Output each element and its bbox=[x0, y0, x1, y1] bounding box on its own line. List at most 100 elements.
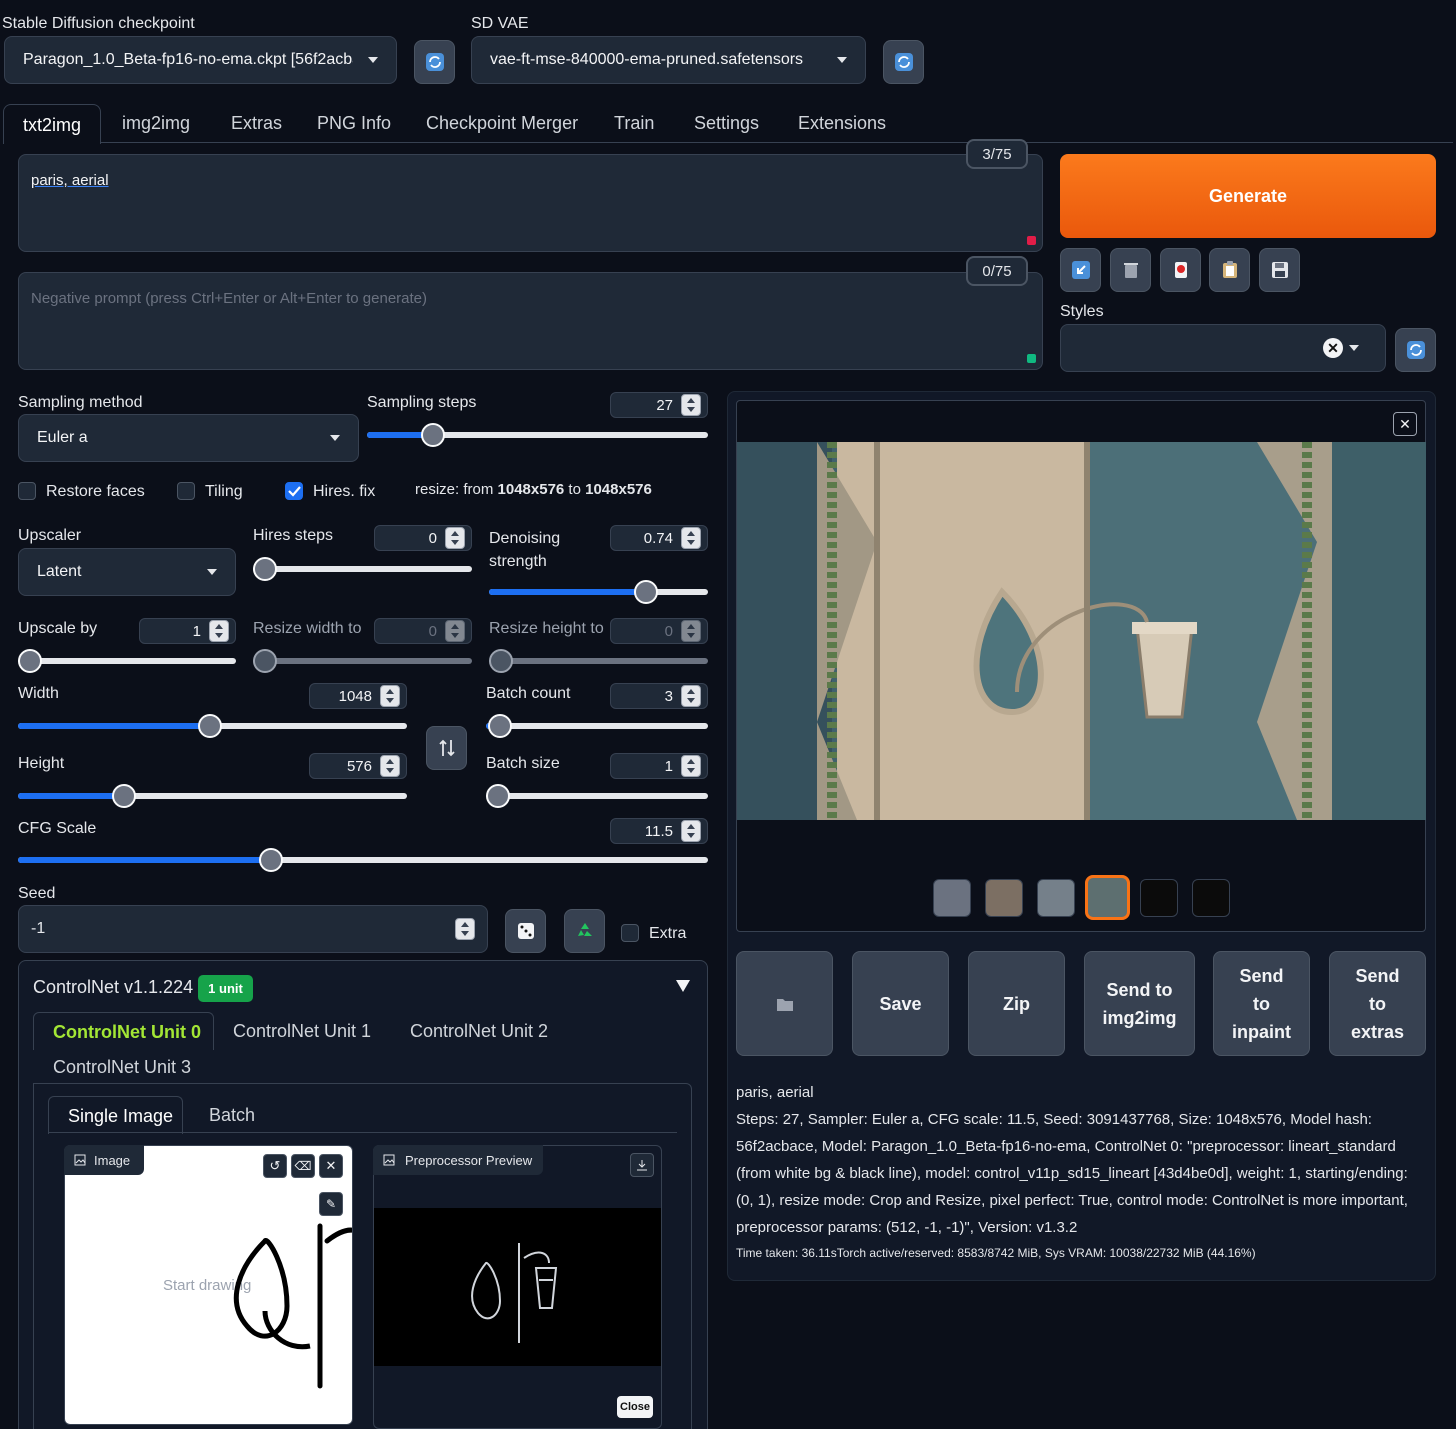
stepper-icon[interactable] bbox=[681, 755, 701, 777]
batch-size-slider[interactable] bbox=[486, 784, 708, 808]
cfg-scale-input[interactable]: 11.5 bbox=[610, 818, 708, 844]
tab-controlnet-unit-0[interactable]: ControlNet Unit 0 bbox=[33, 1012, 214, 1050]
hires-steps-input[interactable]: 0 bbox=[374, 525, 472, 551]
stepper-icon[interactable] bbox=[681, 620, 701, 642]
stepper-icon[interactable] bbox=[380, 685, 400, 707]
gallery-thumbnail-3[interactable] bbox=[1037, 879, 1075, 917]
cfg-scale-slider[interactable] bbox=[18, 848, 708, 872]
upscaler-dropdown[interactable]: Latent bbox=[18, 548, 236, 596]
refresh-checkpoint-button[interactable] bbox=[414, 40, 455, 84]
tab-controlnet-unit-2[interactable]: ControlNet Unit 2 bbox=[410, 1021, 548, 1042]
stepper-icon[interactable] bbox=[455, 918, 475, 940]
denoising-input[interactable]: 0.74 bbox=[610, 525, 708, 551]
slider-thumb[interactable] bbox=[634, 580, 658, 604]
read-params-button[interactable] bbox=[1060, 248, 1101, 292]
send-to-inpaint-button[interactable]: Send to inpaint bbox=[1213, 951, 1310, 1056]
gallery-thumbnail-6[interactable] bbox=[1192, 879, 1230, 917]
extra-seed-checkbox[interactable] bbox=[621, 924, 639, 942]
reuse-seed-button[interactable] bbox=[564, 909, 605, 953]
slider-thumb[interactable] bbox=[253, 557, 277, 581]
checkpoint-dropdown[interactable]: Paragon_1.0_Beta-fp16-no-ema.ckpt [56f2a… bbox=[4, 36, 397, 84]
slider-thumb[interactable] bbox=[486, 784, 510, 808]
tab-txt2img[interactable]: txt2img bbox=[3, 104, 101, 144]
stepper-icon[interactable] bbox=[445, 620, 465, 642]
tiling-checkbox[interactable] bbox=[177, 482, 195, 500]
slider-thumb[interactable] bbox=[18, 649, 42, 673]
send-to-extras-button[interactable]: Send to extras bbox=[1329, 951, 1426, 1056]
brush-icon[interactable]: ✎ bbox=[319, 1192, 343, 1216]
slider-thumb[interactable] bbox=[253, 649, 277, 673]
clear-image-icon[interactable]: ✕ bbox=[319, 1154, 343, 1178]
collapse-toggle-icon[interactable] bbox=[676, 980, 690, 992]
generated-image[interactable] bbox=[737, 442, 1426, 820]
gallery-thumbnail-4-selected[interactable] bbox=[1085, 875, 1130, 920]
refresh-vae-button[interactable] bbox=[883, 40, 924, 84]
width-slider[interactable] bbox=[18, 714, 407, 738]
tab-train[interactable]: Train bbox=[614, 104, 654, 142]
gallery-thumbnail-1[interactable] bbox=[933, 879, 971, 917]
batch-count-slider[interactable] bbox=[486, 714, 708, 738]
close-preview-button[interactable]: Close bbox=[617, 1396, 653, 1418]
swap-dimensions-button[interactable] bbox=[426, 726, 467, 770]
tab-png-info[interactable]: PNG Info bbox=[317, 104, 391, 142]
close-icon[interactable]: ✕ bbox=[1393, 412, 1417, 436]
tab-controlnet-unit-3[interactable]: ControlNet Unit 3 bbox=[53, 1057, 191, 1078]
undo-icon[interactable]: ↺ bbox=[263, 1154, 287, 1178]
restore-faces-checkbox[interactable] bbox=[18, 482, 36, 500]
resize-width-slider[interactable] bbox=[253, 649, 472, 673]
tab-single-image[interactable]: Single Image bbox=[48, 1096, 183, 1134]
sampling-method-dropdown[interactable]: Euler a bbox=[18, 414, 359, 462]
styles-dropdown[interactable]: ✕ bbox=[1060, 324, 1386, 372]
batch-count-input[interactable]: 3 bbox=[610, 683, 708, 709]
tab-settings[interactable]: Settings bbox=[694, 104, 759, 142]
resize-height-input[interactable]: 0 bbox=[610, 618, 708, 644]
slider-thumb[interactable] bbox=[259, 848, 283, 872]
save-button[interactable]: Save bbox=[852, 951, 949, 1056]
hires-fix-checkbox[interactable] bbox=[285, 482, 303, 500]
image-canvas[interactable]: Start drawing bbox=[64, 1145, 353, 1425]
eraser-icon[interactable]: ⌫ bbox=[291, 1154, 315, 1178]
trash-button[interactable] bbox=[1110, 248, 1151, 292]
tab-extensions[interactable]: Extensions bbox=[798, 104, 886, 142]
save-style-button[interactable] bbox=[1259, 248, 1300, 292]
random-seed-button[interactable] bbox=[505, 909, 546, 953]
slider-thumb[interactable] bbox=[421, 423, 445, 447]
zip-button[interactable]: Zip bbox=[968, 951, 1065, 1056]
tab-controlnet-unit-1[interactable]: ControlNet Unit 1 bbox=[233, 1021, 371, 1042]
stepper-icon[interactable] bbox=[681, 394, 701, 416]
width-input[interactable]: 1048 bbox=[309, 683, 407, 709]
height-input[interactable]: 576 bbox=[309, 753, 407, 779]
slider-thumb[interactable] bbox=[198, 714, 222, 738]
seed-input[interactable]: -1 bbox=[18, 905, 488, 953]
stepper-icon[interactable] bbox=[209, 620, 229, 642]
apply-styles-button[interactable] bbox=[1209, 248, 1250, 292]
refresh-styles-button[interactable] bbox=[1395, 328, 1436, 372]
stepper-icon[interactable] bbox=[681, 527, 701, 549]
stepper-icon[interactable] bbox=[681, 685, 701, 707]
stepper-icon[interactable] bbox=[681, 820, 701, 842]
tab-extras[interactable]: Extras bbox=[231, 104, 282, 142]
tab-checkpoint-merger[interactable]: Checkpoint Merger bbox=[426, 104, 578, 142]
upscale-by-input[interactable]: 1 bbox=[139, 618, 236, 644]
denoising-slider[interactable] bbox=[489, 580, 708, 604]
tab-img2img[interactable]: img2img bbox=[122, 104, 190, 142]
show-extra-networks-button[interactable] bbox=[1160, 248, 1201, 292]
resize-width-input[interactable]: 0 bbox=[374, 618, 472, 644]
slider-thumb[interactable] bbox=[488, 714, 512, 738]
height-slider[interactable] bbox=[18, 784, 407, 808]
sampling-steps-input[interactable]: 27 bbox=[610, 392, 708, 418]
batch-size-input[interactable]: 1 bbox=[610, 753, 708, 779]
prompt-input[interactable]: paris, aerial bbox=[18, 154, 1043, 252]
send-to-img2img-button[interactable]: Send to img2img bbox=[1084, 951, 1195, 1056]
slider-thumb[interactable] bbox=[112, 784, 136, 808]
negative-prompt-input[interactable]: Negative prompt (press Ctrl+Enter or Alt… bbox=[18, 272, 1043, 370]
resize-height-slider[interactable] bbox=[489, 649, 708, 673]
download-icon[interactable] bbox=[630, 1153, 654, 1177]
hires-steps-slider[interactable] bbox=[253, 557, 472, 581]
generate-button[interactable]: Generate bbox=[1060, 154, 1436, 238]
vae-dropdown[interactable]: vae-ft-mse-840000-ema-pruned.safetensors bbox=[471, 36, 866, 84]
upscale-by-slider[interactable] bbox=[18, 649, 236, 673]
clear-icon[interactable]: ✕ bbox=[1323, 338, 1343, 358]
stepper-icon[interactable] bbox=[380, 755, 400, 777]
gallery-thumbnail-2[interactable] bbox=[985, 879, 1023, 917]
